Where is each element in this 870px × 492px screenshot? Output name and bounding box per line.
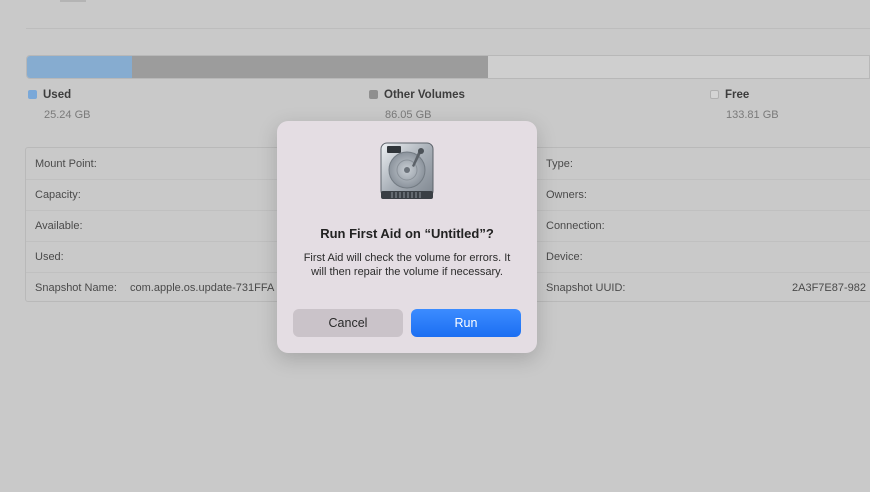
usage-segment-other-volumes — [132, 56, 488, 78]
connection-label: Connection: — [546, 220, 605, 232]
snapshot-name-value: com.apple.os.update-731FFA — [130, 282, 275, 294]
first-aid-dialog: Run First Aid on “Untitled”? First Aid w… — [277, 121, 537, 353]
legend-size: 133.81 GB — [726, 109, 779, 121]
mount-point-label: Mount Point: — [35, 158, 97, 170]
legend-other-volumes: Other Volumes 86.05 GB — [369, 89, 465, 121]
dialog-title: Run First Aid on “Untitled”? — [320, 226, 494, 241]
legend-free: Free 133.81 GB — [710, 89, 779, 121]
legend-name: Free — [725, 89, 750, 101]
snapshot-uuid-label: Snapshot UUID: — [546, 282, 626, 294]
available-label: Available: — [35, 220, 83, 232]
run-button[interactable]: Run — [411, 309, 521, 337]
usage-segment-used — [27, 56, 132, 78]
device-label: Device: — [546, 251, 583, 263]
legend-name: Used — [43, 89, 72, 101]
snapshot-uuid-value: 2A3F7E87-982 — [792, 282, 866, 294]
cancel-button[interactable]: Cancel — [293, 309, 403, 337]
toolbar-tab-edge — [60, 0, 86, 2]
legend-size: 25.24 GB — [44, 109, 91, 121]
owners-label: Owners: — [546, 189, 587, 201]
dialog-message: First Aid will check the volume for erro… — [303, 252, 511, 278]
snapshot-name-label: Snapshot Name: — [35, 282, 117, 294]
used-label: Used: — [35, 251, 64, 263]
legend-size: 86.05 GB — [385, 109, 432, 121]
storage-usage-bar — [26, 55, 870, 79]
legend-swatch-used — [28, 90, 37, 99]
header-divider — [26, 28, 870, 29]
capacity-label: Capacity: — [35, 189, 81, 201]
legend-swatch-free — [710, 90, 719, 99]
legend-used: Used 25.24 GB — [28, 89, 90, 121]
legend-name: Other Volumes — [384, 89, 465, 101]
type-label: Type: — [546, 158, 573, 170]
hard-drive-icon — [380, 142, 434, 199]
legend-swatch-other — [369, 90, 378, 99]
